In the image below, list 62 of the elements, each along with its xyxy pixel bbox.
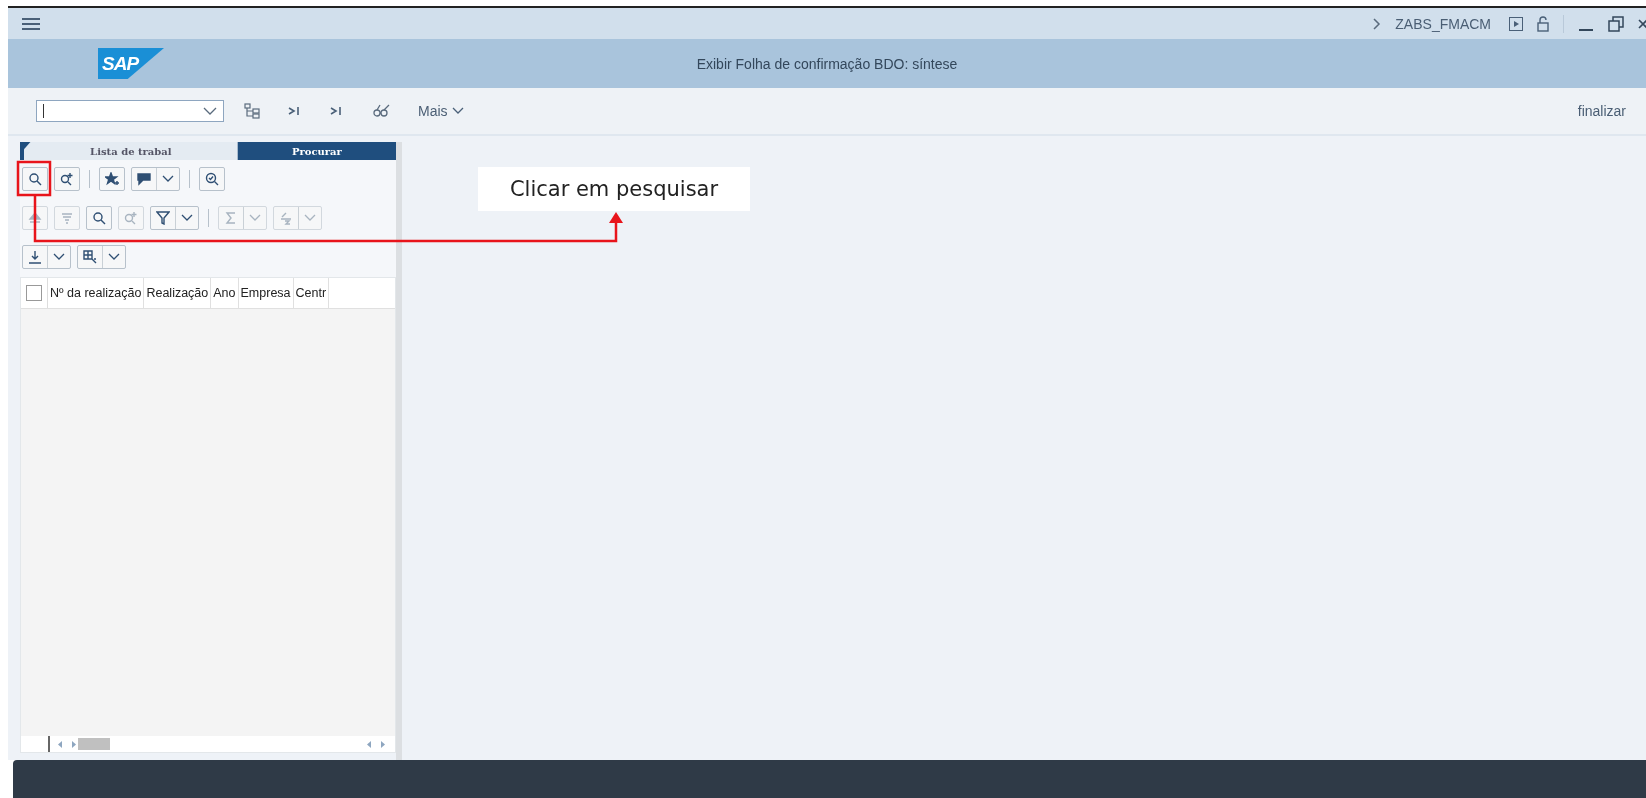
search-icon (28, 172, 42, 186)
search-button[interactable] (22, 167, 48, 191)
scroll-right-icon[interactable] (71, 740, 76, 748)
search-icon (92, 211, 106, 225)
caret-icon (53, 253, 65, 261)
star-icon (105, 172, 119, 186)
caret-icon (249, 214, 261, 222)
more-button[interactable]: Mais (418, 103, 464, 119)
layout-icon (137, 172, 151, 186)
search-button[interactable] (86, 206, 112, 230)
column-header[interactable]: Centr (293, 278, 330, 308)
restore-icon[interactable] (1608, 15, 1624, 32)
caret-icon (451, 107, 464, 115)
command-field[interactable] (36, 100, 224, 122)
chevron-icon[interactable] (1373, 17, 1382, 30)
last-icon[interactable] (330, 106, 344, 116)
tab[interactable]: Lista de trabal (24, 142, 238, 160)
play-icon[interactable] (1509, 16, 1523, 31)
column-header[interactable]: Realização (144, 278, 212, 308)
sort-up-icon (28, 211, 42, 225)
layout-button[interactable] (131, 167, 180, 191)
scroll-left-icon[interactable] (367, 740, 372, 748)
menu-icon[interactable] (22, 17, 40, 30)
caret-icon (162, 175, 174, 183)
search-plus-icon (60, 172, 74, 186)
sum-icon (224, 211, 238, 225)
export-button[interactable] (22, 245, 71, 269)
column-header[interactable]: Ano (211, 278, 239, 308)
subtotal-icon (279, 211, 293, 225)
export-icon (28, 250, 42, 264)
select-all-checkbox[interactable] (26, 285, 42, 301)
filter-icon (156, 211, 170, 225)
zoom-check-button[interactable] (199, 167, 225, 191)
highlight-frame (16, 160, 52, 197)
splitter-handle[interactable] (396, 142, 402, 760)
column-header[interactable]: Empresa (238, 278, 294, 308)
search-plus-button[interactable] (54, 167, 80, 191)
filter-button[interactable] (150, 206, 199, 230)
logo: SAP (98, 48, 164, 79)
lock-icon[interactable] (1537, 15, 1549, 32)
search-plus-icon (124, 211, 138, 225)
caret-icon (304, 214, 316, 222)
exit-button[interactable]: finalizar (1577, 103, 1626, 119)
scroll-right-icon[interactable] (380, 740, 385, 748)
transaction-code: ZABS_FMACM (1395, 15, 1491, 32)
window-title: Exibir Folha de confirmação BDO: síntese (696, 55, 958, 72)
grid-button[interactable] (77, 245, 126, 269)
scrollbar-thumb[interactable] (78, 738, 110, 750)
hierarchy-icon[interactable] (244, 103, 260, 119)
next-icon[interactable] (288, 106, 302, 116)
zoom-check-icon (205, 172, 219, 186)
annotation-callout: Clicar em pesquisar (478, 167, 750, 211)
caret-icon (108, 253, 120, 261)
column-header[interactable]: Nº da realização (48, 278, 145, 308)
caret-icon[interactable] (203, 107, 217, 115)
caret-icon (181, 214, 193, 222)
close-icon[interactable] (1638, 16, 1646, 31)
scroll-left-icon[interactable] (58, 740, 63, 748)
glasses-icon[interactable] (372, 103, 390, 119)
sort-down-icon (60, 211, 74, 225)
grid-icon (83, 250, 97, 264)
star-button[interactable] (99, 167, 125, 191)
